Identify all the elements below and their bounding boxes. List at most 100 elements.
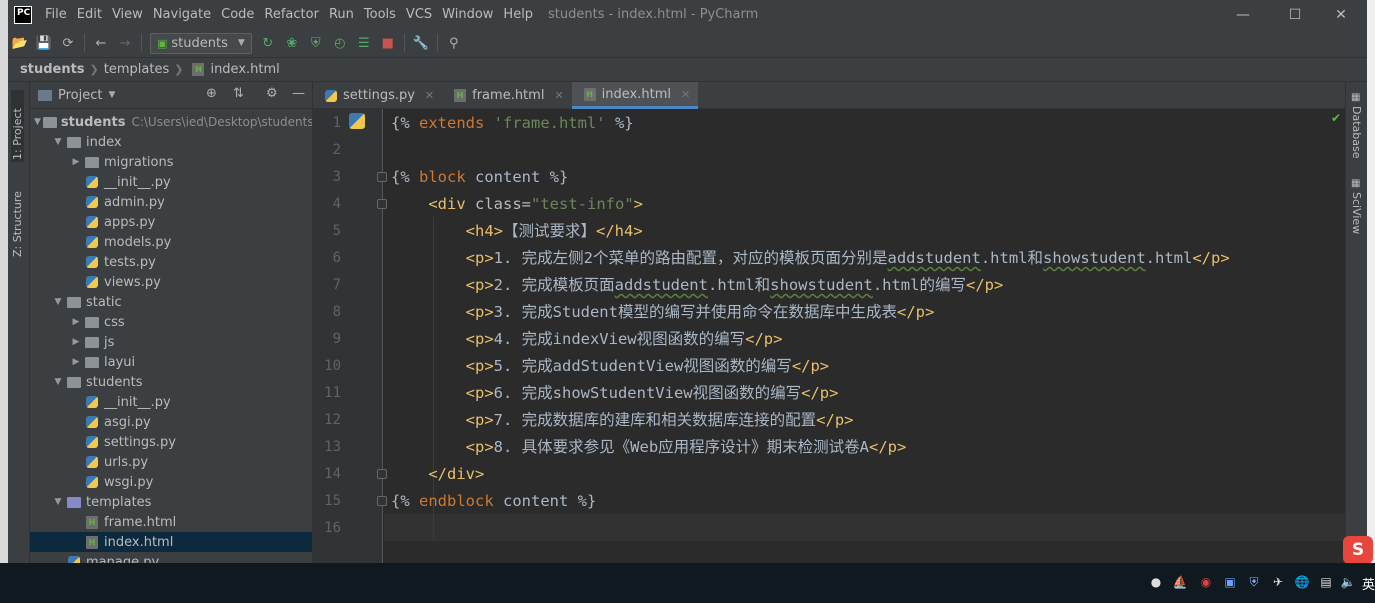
fold-marker-icon[interactable] <box>377 199 387 209</box>
editor-tab[interactable]: settings.py ✕ <box>313 82 442 109</box>
fold-marker-icon[interactable] <box>377 469 387 479</box>
menu-file[interactable]: File <box>40 0 72 29</box>
tree-item[interactable]: tests.py <box>30 252 312 272</box>
menu-code[interactable]: Code <box>216 0 259 29</box>
tree-item[interactable]: ▶ layui <box>30 352 312 372</box>
security-icon[interactable]: ⛨ <box>1246 575 1262 591</box>
code-line[interactable]: <p>6. 完成showStudentView视图函数的编写</p> <box>391 380 839 407</box>
breadcrumb-file[interactable]: index.html <box>210 62 279 77</box>
chevron-right-icon[interactable]: ▶ <box>70 357 82 367</box>
back-icon[interactable]: ← <box>89 32 113 54</box>
network-icon[interactable]: 🌐 <box>1294 575 1310 591</box>
menu-help[interactable]: Help <box>498 0 538 29</box>
run-configuration-select[interactable]: ▣ students ▼ <box>150 32 252 54</box>
chevron-right-icon[interactable]: ▶ <box>70 317 82 327</box>
code-line[interactable]: <p>7. 完成数据库的建库和相关数据库连接的配置</p> <box>391 407 854 434</box>
tree-item[interactable]: urls.py <box>30 452 312 472</box>
menu-window[interactable]: Window <box>437 0 498 29</box>
breadcrumb-templates[interactable]: templates <box>104 62 169 77</box>
menu-navigate[interactable]: Navigate <box>148 0 216 29</box>
project-tool-tab[interactable]: 1: Project <box>11 90 24 162</box>
save-icon[interactable]: 💾 <box>32 32 56 54</box>
code-line[interactable]: <p>5. 完成addStudentView视图函数的编写</p> <box>391 353 829 380</box>
sync-icon[interactable]: ⟳ <box>56 32 80 54</box>
python-run-icon[interactable] <box>349 113 367 131</box>
structure-tool-tab[interactable]: Z: Structure <box>11 177 24 257</box>
chevron-down-icon[interactable]: ▼ <box>52 377 64 387</box>
tree-item[interactable]: ▼ index <box>30 132 312 152</box>
wrench-icon[interactable]: 🔧 <box>409 32 433 54</box>
app-tray-icon[interactable]: ◉ <box>1198 575 1214 591</box>
tree-item[interactable]: ▶ js <box>30 332 312 352</box>
ime-language-indicator[interactable]: 英 <box>1362 574 1375 593</box>
code-line[interactable]: <p>1. 完成左侧2个菜单的路由配置，对应的模板页面分别是addstudent… <box>391 245 1230 272</box>
menu-tools[interactable]: Tools <box>359 0 401 29</box>
close-button[interactable]: ✕ <box>1318 0 1364 29</box>
tree-item[interactable]: models.py <box>30 232 312 252</box>
gear-icon[interactable]: ⚙ <box>266 86 278 101</box>
project-view-title[interactable]: Project <box>58 88 102 103</box>
tree-item[interactable]: settings.py <box>30 432 312 452</box>
chevron-right-icon[interactable]: ▶ <box>70 157 82 167</box>
fold-marker-icon[interactable] <box>377 496 387 506</box>
tree-item[interactable]: ▼ templates <box>30 492 312 512</box>
tree-item[interactable]: ▼ students C:\Users\ied\Desktop\students <box>30 112 312 132</box>
tree-item[interactable]: ▶ migrations <box>30 152 312 172</box>
concurrency-icon[interactable]: ☰ <box>352 32 376 54</box>
chevron-down-icon[interactable]: ▼ <box>108 90 115 100</box>
menu-view[interactable]: View <box>107 0 148 29</box>
code-line[interactable]: {% block content %} <box>391 164 568 191</box>
maximize-button[interactable]: ☐ <box>1272 0 1318 29</box>
chevron-down-icon[interactable]: ▼ <box>34 117 41 127</box>
menu-edit[interactable]: Edit <box>72 0 107 29</box>
code-line[interactable]: <p>4. 完成indexView视图函数的编写</p> <box>391 326 783 353</box>
code-line[interactable]: {% endblock content %} <box>391 488 596 515</box>
wifi-icon[interactable]: ▤ <box>1318 575 1334 591</box>
chevron-down-icon[interactable]: ▼ <box>52 297 64 307</box>
tree-item[interactable]: ▼ static <box>30 292 312 312</box>
tree-item[interactable]: Hframe.html <box>30 512 312 532</box>
tree-item[interactable]: asgi.py <box>30 412 312 432</box>
code-line[interactable]: {% extends 'frame.html' %} <box>391 110 634 137</box>
fold-marker-icon[interactable] <box>377 172 387 182</box>
inspection-ok-icon[interactable]: ✔ <box>1331 111 1341 125</box>
tree-item[interactable]: views.py <box>30 272 312 292</box>
chevron-down-icon[interactable]: ▼ <box>52 137 64 147</box>
monitor-icon[interactable]: ▣ <box>1222 575 1238 591</box>
tree-item[interactable]: wsgi.py <box>30 472 312 492</box>
tree-item[interactable]: ▶ css <box>30 312 312 332</box>
database-tool-tab[interactable]: Database <box>1350 106 1363 159</box>
close-tab-icon[interactable]: ✕ <box>554 89 563 102</box>
code-line[interactable]: <p>8. 具体要求参见《Web应用程序设计》期末检测试卷A</p> <box>391 434 907 461</box>
menu-refactor[interactable]: Refactor <box>259 0 324 29</box>
profile-icon[interactable]: ◴ <box>328 32 352 54</box>
tree-item[interactable]: __init__.py <box>30 172 312 192</box>
coverage-icon[interactable]: ⛨ <box>304 32 328 54</box>
tree-item[interactable]: Hindex.html <box>30 532 312 552</box>
code-line[interactable]: <p>3. 完成Student模型的编写并使用命令在数据库中生成表</p> <box>391 299 935 326</box>
shield-icon[interactable]: ✈ <box>1270 575 1286 591</box>
tree-item[interactable]: manage.py <box>30 552 312 563</box>
stop-icon[interactable]: ■ <box>376 32 400 54</box>
search-icon[interactable]: ⚲ <box>442 32 466 54</box>
run-icon[interactable]: ↻ <box>256 32 280 54</box>
close-tab-icon[interactable]: ✕ <box>425 89 434 102</box>
code-line[interactable]: </div> <box>391 461 484 488</box>
code-line[interactable]: <div class="test-info"> <box>391 191 643 218</box>
close-tab-icon[interactable]: ✕ <box>681 88 690 101</box>
hide-icon[interactable]: — <box>292 86 305 101</box>
tree-item[interactable]: admin.py <box>30 192 312 212</box>
debug-icon[interactable]: ❀ <box>280 32 304 54</box>
forward-icon[interactable]: → <box>113 32 137 54</box>
menu-run[interactable]: Run <box>324 0 359 29</box>
editor-tab[interactable]: Hindex.html ✕ <box>571 82 699 109</box>
minimize-button[interactable]: — <box>1220 0 1266 29</box>
tree-item[interactable]: ▼ students <box>30 372 312 392</box>
sogou-ime-icon[interactable]: S <box>1343 536 1373 564</box>
code-editor[interactable]: 1 2 3 4 5 6 7 8 9 10 11 12 13 14 15 16 {% extends 'fram… <box>313 109 1345 563</box>
chevron-right-icon[interactable]: ▶ <box>70 337 82 347</box>
code-line[interactable]: <h4>【测试要求】</h4> <box>391 218 643 245</box>
tree-item[interactable]: apps.py <box>30 212 312 232</box>
qq-icon[interactable]: ● <box>1148 575 1164 591</box>
chevron-down-icon[interactable]: ▼ <box>52 497 64 507</box>
